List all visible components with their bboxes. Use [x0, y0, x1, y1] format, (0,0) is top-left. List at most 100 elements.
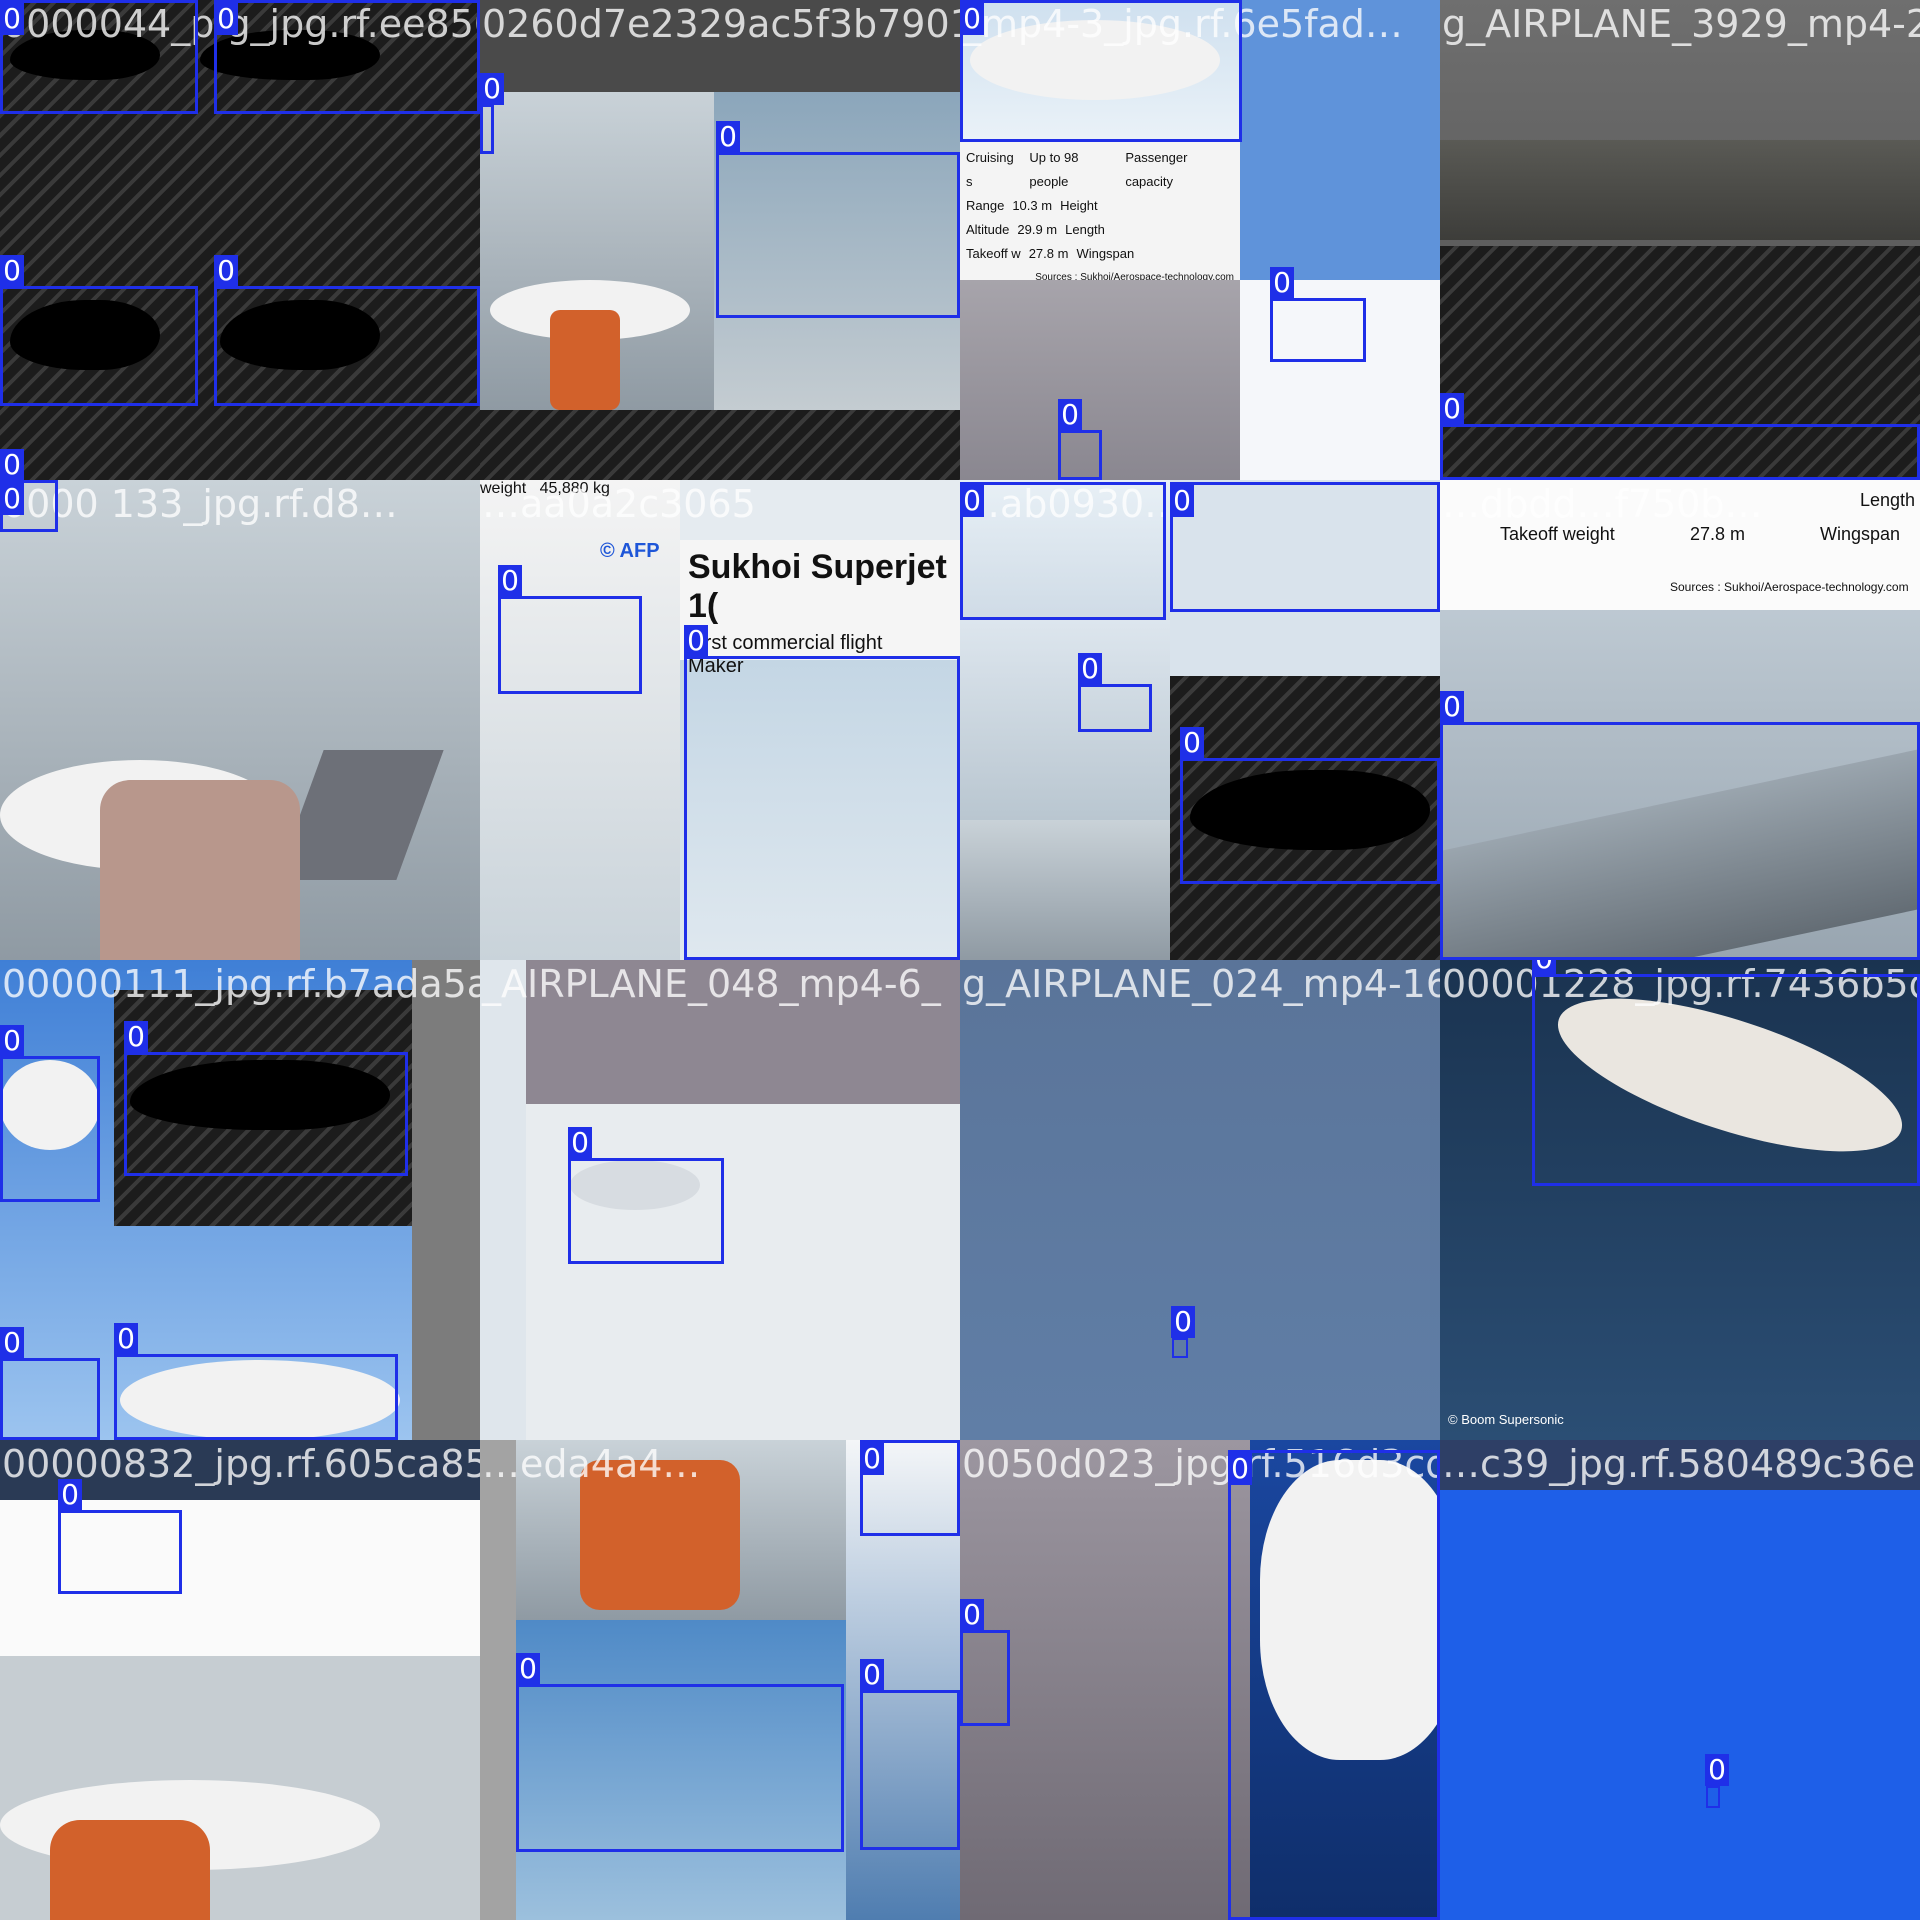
detection-box: 0: [58, 1479, 182, 1594]
class-label: 0: [1058, 399, 1082, 431]
detection-box: 0: [684, 625, 960, 960]
detection-box: 0: [716, 121, 960, 318]
tile-10: g_AIRPLANE_024_mp4-16_ 0: [960, 960, 1440, 1440]
class-label: 0: [860, 1443, 884, 1475]
detection-box: 0: [1705, 1754, 1729, 1808]
rescuer: [580, 1460, 740, 1610]
detection-box: 0: [568, 1127, 724, 1264]
spec-value: 27.8 m: [1690, 524, 1746, 544]
detection-box: 0: [214, 255, 480, 406]
spec-panel: Cruising s Up to 98 people Passenger capac…: [960, 140, 1240, 283]
spec-label: Takeoff weight: [1500, 524, 1615, 544]
tile-title: g_AIRPLANE_024_mp4-16_: [962, 962, 1440, 1006]
tile-title: g_AIRPLANE_3929_mp4-2_: [1442, 2, 1920, 46]
spec-label: Wingspan: [1820, 524, 1901, 544]
class-label: 0: [0, 3, 24, 35]
weight-value: 45,880 kg: [539, 480, 610, 497]
class-label: 0: [0, 255, 24, 287]
class-label: 0: [1705, 1754, 1729, 1786]
class-label: 0: [716, 121, 740, 153]
class-label: 0: [516, 1653, 540, 1685]
detection-box: 0: [498, 565, 642, 694]
tile-5: weight 45,880 kg © AFP Sukhoi Superjet 1…: [480, 480, 960, 960]
class-label: 0: [568, 1127, 592, 1159]
tile-13: …eda4a4… 0 0 0: [480, 1440, 960, 1920]
tile-1: 0260d7e2329ac5f3b79011541 0 0: [480, 0, 960, 480]
tile-3: g_AIRPLANE_3929_mp4-2_ 0: [1440, 0, 1920, 480]
tile-6: …ab0930… 0 0 0 0: [960, 480, 1440, 960]
class-label: 0: [1440, 691, 1464, 723]
class-label: 0: [124, 1021, 148, 1053]
tile-8: 00000111_jpg.rf.b7ada5a5e 0 0 0 0: [0, 960, 480, 1440]
class-label: 0: [1170, 485, 1194, 517]
class-label: 0: [960, 1599, 984, 1631]
tile-0: 0000044_p g_jpg.rf.ee850 0 0 0 0 0: [0, 0, 480, 480]
class-label: 0: [58, 1479, 82, 1511]
detection-box: 0: [1440, 393, 1920, 480]
detection-box: 0: [0, 1025, 100, 1202]
detection-box: 0: [480, 73, 504, 154]
class-label: 0: [1228, 1453, 1252, 1485]
detection-box: 0: [960, 0, 1242, 142]
class-label: 0: [684, 625, 708, 657]
source-note: Sources : Sukhoi/Aerospace-technology.co…: [1670, 580, 1909, 594]
detection-box: 0: [0, 0, 198, 114]
class-label: 0: [498, 565, 522, 597]
detection-box: 0: [1078, 653, 1152, 732]
detection-box: 0: [1170, 482, 1440, 612]
spec-label: Length: [1860, 490, 1916, 510]
tile-9: _AIRPLANE_048_mp4-6_ 0: [480, 960, 960, 1440]
tile-14: 0050d023_jpg.rf.516d3cd3bb 0 0: [960, 1440, 1440, 1920]
class-label: 0: [960, 3, 984, 35]
class-label: 0: [960, 485, 984, 517]
class-label: 0: [860, 1659, 884, 1691]
rescuer: [100, 780, 300, 960]
tile-title: 0000 133_jpg.rf.d8…: [2, 482, 398, 526]
class-label: 0: [1270, 267, 1294, 299]
class-label: 0: [1078, 653, 1102, 685]
class-label: 0: [480, 73, 504, 105]
agency-logo: © AFP: [600, 540, 660, 562]
detection-box: 0: [1532, 960, 1920, 1186]
detection-box: 0: [214, 0, 480, 114]
detection-box: 0: [1270, 267, 1366, 362]
tile-15: …c39_jpg.rf.580489c36e 0: [1440, 1440, 1920, 1920]
spec-row: First commercial flight: [688, 632, 883, 654]
tile-2: Cruising s Up to 98 people Passenger capac…: [960, 0, 1440, 480]
class-label: 0: [0, 449, 24, 480]
tile-11: © Boom Supersonic 00001228_jpg.rf.7436b5…: [1440, 960, 1920, 1440]
detection-box: 0: [860, 1440, 960, 1536]
tile-title: 0260d7e2329ac5f3b79011541: [482, 2, 960, 46]
detection-box: 0: [124, 1021, 408, 1176]
detection-box: 0: [0, 480, 58, 532]
class-label: 0: [1180, 727, 1204, 759]
tail-fin: [276, 750, 444, 880]
class-label: 0: [0, 1327, 24, 1359]
class-label: 0: [0, 1025, 24, 1057]
detection-box: 0: [960, 1599, 1010, 1726]
tile-title: _AIRPLANE_048_mp4-6_: [482, 962, 941, 1006]
detection-box: 0: [960, 482, 1166, 620]
detection-box: 0: [1228, 1450, 1440, 1920]
class-label: 0: [114, 1323, 138, 1355]
class-label: 0: [1440, 393, 1464, 425]
detection-box: 0: [1180, 727, 1440, 884]
tile-12: 00000832_jpg.rf.605ca85a0 0: [0, 1440, 480, 1920]
treeline: [1440, 140, 1920, 240]
detection-box: 0: [860, 1659, 960, 1850]
rescuer: [550, 310, 620, 410]
photo-credit: © Boom Supersonic: [1448, 1412, 1564, 1427]
class-label: 0: [1532, 960, 1556, 975]
class-label: 0: [214, 3, 238, 35]
mosaic-grid: 0000044_p g_jpg.rf.ee850 0 0 0 0 0 0260d…: [0, 0, 1920, 1920]
detection-box: 0: [114, 1323, 398, 1440]
detection-box: 0: [1171, 1306, 1195, 1358]
detection-box: 0: [516, 1653, 844, 1852]
weight-label: weight: [480, 480, 527, 497]
tile-4: 0000 133_jpg.rf.d8… 0: [0, 480, 480, 960]
rescuer: [50, 1820, 210, 1920]
detection-box: 0: [0, 1327, 100, 1440]
detection-box: 0: [1440, 691, 1920, 960]
detection-box: 0: [1058, 399, 1102, 480]
class-label: 0: [1171, 1306, 1195, 1338]
